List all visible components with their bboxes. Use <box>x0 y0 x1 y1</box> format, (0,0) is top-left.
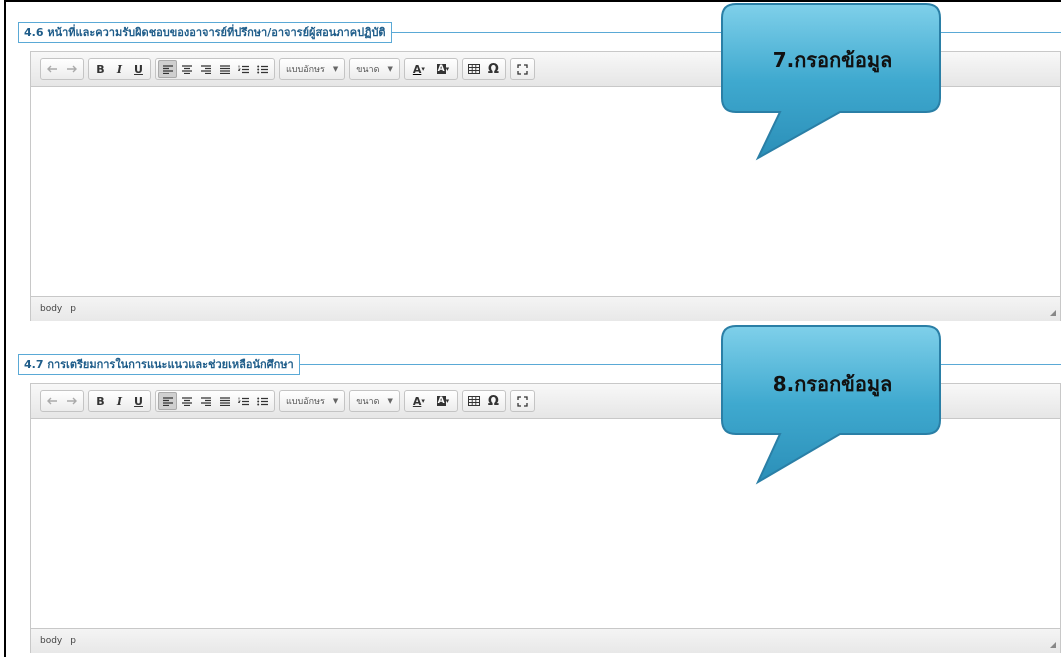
section-legend: 4.7 การเตรียมการในการแนะแนวและช่วยเหลือน… <box>18 354 300 375</box>
chevron-down-icon: ▼ <box>332 397 339 405</box>
font-family-label: แบบอักษร <box>286 397 325 407</box>
chevron-down-icon: ▼ <box>332 65 339 73</box>
chevron-down-icon: ▼ <box>387 65 393 73</box>
insert-group: Ω <box>461 390 506 412</box>
table-icon[interactable] <box>465 60 484 78</box>
font-size-dropdown[interactable]: ขนาด ▼ <box>349 58 400 80</box>
callout-label: 7.กรอกข้อมูล <box>772 48 893 72</box>
text-color-label: A <box>412 62 422 76</box>
align-group <box>155 58 275 80</box>
redo-icon[interactable] <box>62 60 81 78</box>
bg-color-label: A <box>436 396 446 406</box>
font-family-dropdown[interactable]: แบบอักษร ▼ <box>279 58 346 80</box>
bg-color-button[interactable]: A ▾ <box>431 392 455 410</box>
align-justify-icon[interactable] <box>215 392 234 410</box>
chevron-down-icon: ▼ <box>387 397 393 405</box>
numbered-list-icon[interactable] <box>234 60 253 78</box>
align-left-icon[interactable] <box>158 392 177 410</box>
numbered-list-icon[interactable] <box>234 392 253 410</box>
path-p[interactable]: p <box>70 304 76 314</box>
history-group <box>40 58 84 80</box>
chevron-down-icon: ▾ <box>445 397 450 405</box>
bold-button[interactable]: B <box>91 60 110 78</box>
table-icon[interactable] <box>465 392 484 410</box>
callout-label: 8.กรอกข้อมูล <box>772 372 893 396</box>
path-p[interactable]: p <box>70 636 76 646</box>
callout-bubble-7: 7.กรอกข้อมูล <box>720 2 945 162</box>
font-size-label: ขนาด <box>356 65 380 75</box>
history-group <box>40 390 84 412</box>
resize-handle-icon[interactable] <box>1050 642 1056 648</box>
text-color-button[interactable]: A ▾ <box>407 392 431 410</box>
color-group: A ▾ A ▾ <box>403 390 458 412</box>
align-left-icon[interactable] <box>158 60 177 78</box>
underline-button[interactable]: U <box>129 60 148 78</box>
bg-color-label: A <box>436 64 446 74</box>
align-right-icon[interactable] <box>196 392 215 410</box>
chevron-down-icon: ▾ <box>445 65 450 73</box>
italic-button[interactable]: I <box>110 60 129 78</box>
format-group: B I U <box>88 390 151 412</box>
chevron-down-icon: ▾ <box>421 397 425 405</box>
align-center-icon[interactable] <box>177 392 196 410</box>
redo-icon[interactable] <box>62 392 81 410</box>
text-color-label: A <box>412 394 422 408</box>
font-family-dropdown[interactable]: แบบอักษร ▼ <box>279 390 346 412</box>
fullscreen-icon[interactable] <box>513 60 532 78</box>
format-group: B I U <box>88 58 151 80</box>
italic-button[interactable]: I <box>110 392 129 410</box>
editor-statusbar: body p <box>31 628 1060 653</box>
chevron-down-icon: ▾ <box>421 65 425 73</box>
editor-statusbar: body p <box>31 296 1060 321</box>
callout-bubble-8: 8.กรอกข้อมูล <box>720 324 945 486</box>
special-char-button[interactable]: Ω <box>484 60 503 78</box>
speech-bubble-icon <box>721 325 941 485</box>
text-color-button[interactable]: A ▾ <box>407 60 431 78</box>
undo-icon[interactable] <box>43 392 62 410</box>
fullscreen-group <box>509 58 535 80</box>
path-body[interactable]: body <box>40 304 62 314</box>
align-group <box>155 390 275 412</box>
bold-button[interactable]: B <box>91 392 110 410</box>
special-char-button[interactable]: Ω <box>484 392 503 410</box>
bg-color-button[interactable]: A ▾ <box>431 60 455 78</box>
section-legend: 4.6 หน้าที่และความรับผิดชอบของอาจารย์ที่… <box>18 22 392 43</box>
font-family-label: แบบอักษร <box>286 65 325 75</box>
underline-button[interactable]: U <box>129 392 148 410</box>
font-size-dropdown[interactable]: ขนาด ▼ <box>349 390 400 412</box>
resize-handle-icon[interactable] <box>1050 310 1056 316</box>
undo-icon[interactable] <box>43 60 62 78</box>
color-group: A ▾ A ▾ <box>403 58 458 80</box>
speech-bubble-icon <box>721 3 941 161</box>
font-size-label: ขนาด <box>356 397 380 407</box>
fullscreen-icon[interactable] <box>513 392 532 410</box>
bullet-list-icon[interactable] <box>253 60 272 78</box>
insert-group: Ω <box>461 58 506 80</box>
path-body[interactable]: body <box>40 636 62 646</box>
align-justify-icon[interactable] <box>215 60 234 78</box>
align-center-icon[interactable] <box>177 60 196 78</box>
align-right-icon[interactable] <box>196 60 215 78</box>
fullscreen-group <box>509 390 535 412</box>
bullet-list-icon[interactable] <box>253 392 272 410</box>
